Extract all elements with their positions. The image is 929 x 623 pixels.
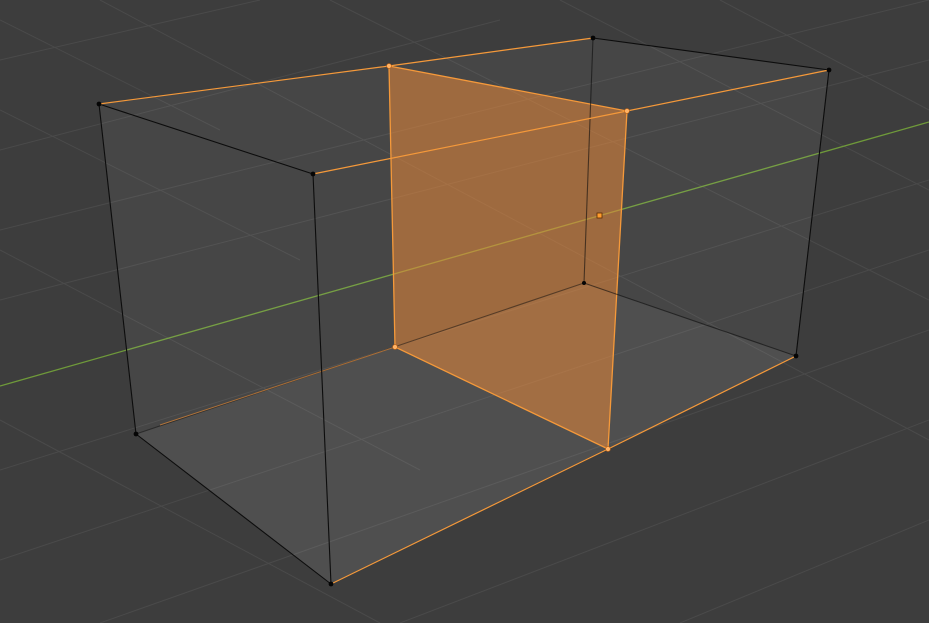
vertex-selected[interactable] (624, 108, 630, 114)
vertex[interactable] (582, 281, 586, 285)
vertex[interactable] (793, 353, 799, 359)
3d-viewport[interactable] (0, 0, 929, 623)
vertex-selected[interactable] (605, 446, 611, 452)
viewport-canvas[interactable] (0, 0, 929, 623)
vertex[interactable] (328, 581, 334, 587)
vertex[interactable] (826, 67, 832, 73)
vertex-selected[interactable] (386, 63, 392, 69)
vertex-selected[interactable] (392, 344, 398, 350)
vertex[interactable] (96, 101, 102, 107)
vertex[interactable] (133, 431, 139, 437)
vertex[interactable] (590, 35, 596, 41)
vertex[interactable] (310, 171, 316, 177)
median-point-icon (596, 212, 603, 219)
